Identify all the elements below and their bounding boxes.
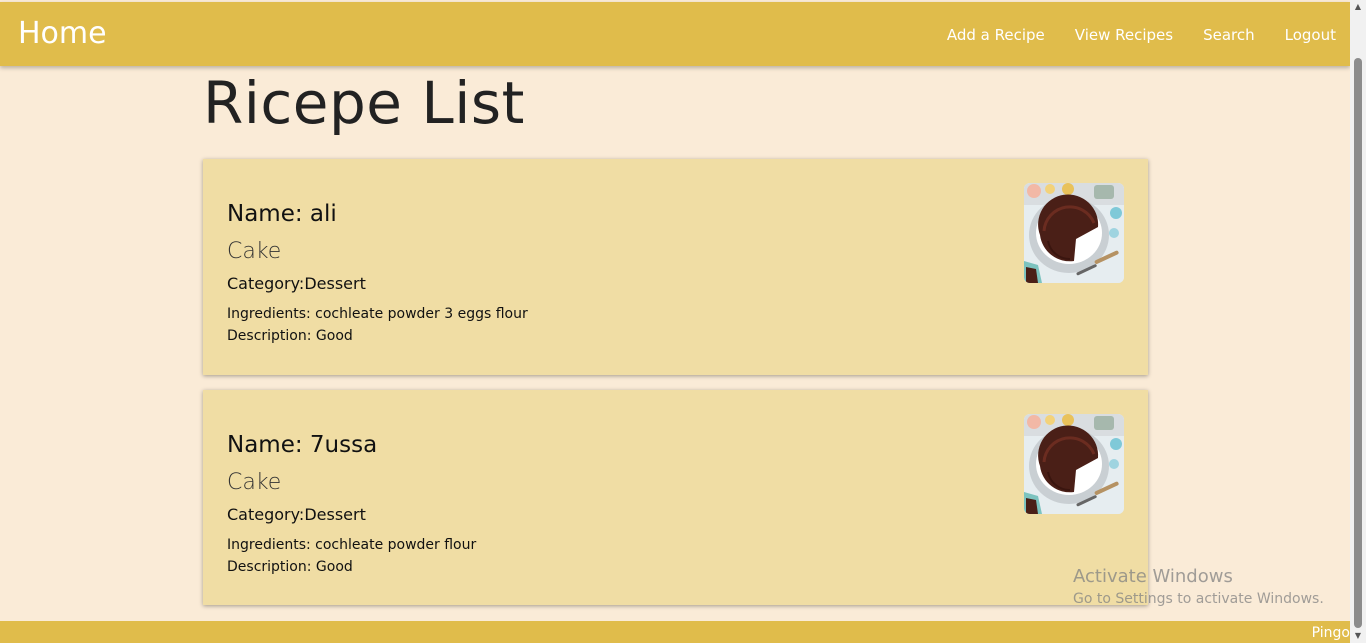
- nav-add-recipe-link[interactable]: Add a Recipe: [932, 24, 1060, 46]
- recipe-image: [1024, 414, 1124, 514]
- nav-logout-link[interactable]: Logout: [1270, 24, 1336, 46]
- footer-text: Pingo: [1311, 625, 1350, 641]
- chocolate-cake-icon: [1024, 414, 1124, 514]
- recipe-card-body: Name: 7ussa Cake Category:Dessert Ingred…: [227, 430, 476, 578]
- recipe-card-body: Name: ali Cake Category:Dessert Ingredie…: [227, 199, 528, 347]
- scroll-up-arrow-icon[interactable]: ▲: [1350, 0, 1366, 14]
- chocolate-cake-icon: [1024, 183, 1124, 283]
- activate-windows-watermark: Activate Windows Go to Settings to activ…: [1073, 565, 1324, 609]
- footer-bar: Pingo: [0, 621, 1350, 643]
- recipe-category: Category:Dessert: [227, 505, 366, 524]
- recipe-name: Name: ali: [227, 201, 337, 227]
- nav-view-recipes-link[interactable]: View Recipes: [1060, 24, 1188, 46]
- watermark-title: Activate Windows: [1073, 566, 1233, 587]
- scrollbar-thumb[interactable]: [1354, 58, 1362, 628]
- top-navbar: Home Add a Recipe View Recipes Search Lo…: [0, 2, 1350, 66]
- recipe-ingredients: Ingredients: cochleate powder 3 eggs flo…: [227, 306, 528, 322]
- recipe-title: Cake: [227, 239, 282, 264]
- recipe-description: Description: Good: [227, 559, 353, 575]
- recipe-description: Description: Good: [227, 328, 353, 344]
- watermark-subtitle: Go to Settings to activate Windows.: [1073, 591, 1324, 607]
- recipe-ingredients: Ingredients: cochleate powder flour: [227, 537, 477, 553]
- page: Home Add a Recipe View Recipes Search Lo…: [0, 0, 1366, 643]
- recipe-card: Name: ali Cake Category:Dessert Ingredie…: [203, 159, 1148, 375]
- vertical-scrollbar[interactable]: ▲ ▼: [1350, 0, 1366, 643]
- recipe-image: [1024, 183, 1124, 283]
- page-title: Ricepe List: [203, 69, 525, 137]
- scroll-down-arrow-icon[interactable]: ▼: [1350, 629, 1366, 643]
- nav-search-link[interactable]: Search: [1188, 24, 1270, 46]
- home-link[interactable]: Home: [18, 16, 107, 52]
- nav-links: Add a Recipe View Recipes Search Logout: [932, 24, 1336, 46]
- recipe-name: Name: 7ussa: [227, 432, 378, 458]
- recipe-category: Category:Dessert: [227, 274, 366, 293]
- recipe-title: Cake: [227, 470, 282, 495]
- recipe-card: Name: 7ussa Cake Category:Dessert Ingred…: [203, 390, 1148, 605]
